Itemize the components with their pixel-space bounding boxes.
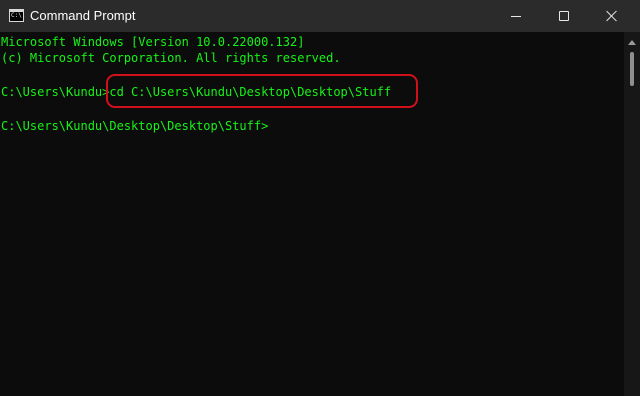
console-line-version: Microsoft Windows [Version 10.0.22000.13… bbox=[1, 35, 305, 49]
minimize-icon bbox=[511, 16, 521, 17]
window-title: Command Prompt bbox=[30, 8, 136, 23]
maximize-icon bbox=[559, 11, 569, 21]
console-line-prompt[interactable]: C:\Users\Kundu\Desktop\Desktop\Stuff> bbox=[1, 118, 268, 134]
vertical-scrollbar[interactable] bbox=[624, 32, 640, 396]
title-bar[interactable]: C:\. Command Prompt bbox=[0, 0, 640, 32]
minimize-button[interactable] bbox=[493, 0, 539, 32]
command-prompt-icon[interactable]: C:\. bbox=[9, 9, 26, 22]
maximize-button[interactable] bbox=[541, 0, 587, 32]
command-prompt-window: C:\. Command Prompt Microsoft Windows [V… bbox=[0, 0, 640, 396]
scroll-up-arrow-icon[interactable] bbox=[628, 40, 636, 45]
console-line-copyright: (c) Microsoft Corporation. All rights re… bbox=[1, 51, 341, 65]
close-button[interactable] bbox=[589, 0, 635, 32]
command-highlight-outline bbox=[106, 74, 418, 108]
close-icon bbox=[606, 10, 618, 22]
app-icon-label: C:\. bbox=[11, 12, 26, 19]
scrollbar-thumb[interactable] bbox=[630, 52, 634, 86]
console-output[interactable]: Microsoft Windows [Version 10.0.22000.13… bbox=[0, 32, 624, 396]
